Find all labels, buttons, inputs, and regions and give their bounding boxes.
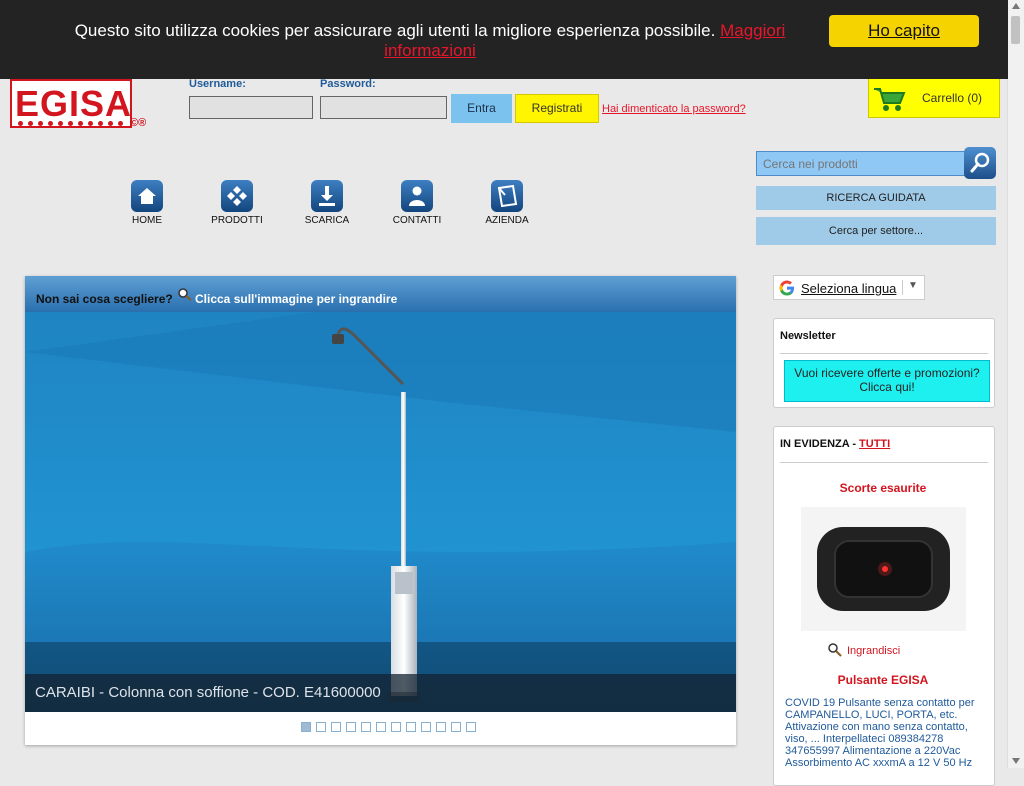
forgot-password-link[interactable]: Hai dimenticato la password? — [602, 103, 746, 115]
login-button[interactable]: Entra — [451, 94, 512, 123]
newsletter-title: Newsletter — [780, 330, 836, 342]
scroll-up-icon[interactable] — [1012, 3, 1020, 9]
search-input[interactable] — [756, 151, 966, 176]
contact-icon — [401, 180, 433, 212]
product-name[interactable]: Pulsante EGISA — [774, 673, 992, 687]
nav-company[interactable]: AZIENDA — [467, 180, 547, 226]
product-image[interactable] — [801, 507, 966, 631]
cookie-message: Questo sito utilizza cookies per assicur… — [50, 21, 810, 61]
slider-dot[interactable] — [406, 722, 416, 732]
password-label: Password: — [320, 78, 376, 90]
password-input[interactable] — [320, 96, 447, 119]
zoom-icon — [178, 288, 192, 301]
page-scrollbar[interactable] — [1007, 0, 1024, 768]
logo-trademark: ©® — [130, 117, 147, 129]
company-icon — [491, 180, 523, 212]
zoom-link[interactable]: Ingrandisci — [828, 643, 901, 657]
scroll-down-icon[interactable] — [1012, 758, 1020, 764]
slide-caption: CARAIBI - Colonna con soffione - COD. E4… — [35, 684, 381, 701]
divider — [780, 462, 988, 463]
nav-label: PRODOTTI — [211, 215, 263, 226]
slide-image[interactable] — [25, 312, 736, 712]
username-input[interactable] — [189, 96, 313, 119]
google-icon — [779, 280, 794, 296]
nav-label: CONTATTI — [392, 215, 442, 226]
zoom-label: Ingrandisci — [847, 645, 901, 657]
slider-dot[interactable] — [376, 722, 386, 732]
slider-dot[interactable] — [301, 722, 311, 732]
divider — [780, 353, 988, 354]
slider-dot[interactable] — [361, 722, 371, 732]
product-description: COVID 19 Pulsante senza contatto per CAM… — [785, 697, 975, 769]
guided-search-button[interactable]: RICERCA GUIDATA — [756, 186, 996, 210]
language-label: Seleziona lingua — [801, 281, 897, 296]
chevron-down-icon: ▼ — [908, 280, 918, 291]
nav-label: SCARICA — [304, 215, 350, 226]
nav-home[interactable]: HOME — [107, 180, 187, 226]
cookie-text: Questo sito utilizza cookies per assicur… — [74, 21, 716, 40]
products-icon — [221, 180, 253, 212]
download-icon — [311, 180, 343, 212]
slider-dot[interactable] — [436, 722, 446, 732]
slider-dot[interactable] — [391, 722, 401, 732]
username-label: Username: — [189, 78, 246, 90]
cookie-bar: Questo sito utilizza cookies per assicur… — [0, 0, 1008, 79]
slider-pagination[interactable] — [301, 722, 476, 732]
search-button[interactable] — [964, 147, 996, 179]
sector-search-button[interactable]: Cerca per settore... — [756, 217, 996, 245]
stock-status: Scorte esaurite — [839, 481, 927, 495]
product-slider[interactable]: Non sai cosa scegliere? Clicca sull'imma… — [25, 276, 736, 745]
slider-dot[interactable] — [346, 722, 356, 732]
nav-label: HOME — [132, 215, 162, 226]
slide-caption-bar: CARAIBI - Colonna con soffione - COD. E4… — [25, 674, 736, 712]
nav-download[interactable]: SCARICA — [287, 180, 367, 226]
cart-button[interactable]: Carrello (0) — [868, 78, 1000, 118]
slider-dot[interactable] — [466, 722, 476, 732]
site-logo[interactable]: EGISA ©® — [10, 79, 160, 133]
cart-icon — [874, 88, 906, 111]
nav-label: AZIENDA — [485, 215, 529, 226]
slider-dot[interactable] — [331, 722, 341, 732]
cookie-accept-button[interactable]: Ho capito — [829, 15, 979, 47]
slider-header: Non sai cosa scegliere? Clicca sull'imma… — [25, 276, 736, 312]
newsletter-signup-button[interactable]: Vuoi ricevere offerte e promozioni? Clic… — [784, 360, 990, 402]
search-icon — [970, 152, 990, 173]
cart-label: Carrello (0) — [922, 91, 983, 105]
featured-panel: IN EVIDENZA - TUTTI Scorte esaurite Ingr… — [773, 426, 995, 786]
language-selector[interactable]: Seleziona lingua ▼ — [773, 275, 925, 300]
featured-title-text: IN EVIDENZA - — [780, 438, 860, 450]
divider — [902, 280, 903, 295]
nav-contacts[interactable]: CONTATTI — [377, 180, 457, 226]
logo-text: EGISA — [15, 83, 133, 124]
slider-title: Non sai cosa scegliere? — [36, 292, 173, 306]
featured-title: IN EVIDENZA - TUTTI — [780, 438, 890, 450]
slider-dot[interactable] — [421, 722, 431, 732]
register-button[interactable]: Registrati — [515, 94, 599, 123]
slider-hint: Clicca sull'immagine per ingrandire — [195, 292, 398, 306]
logo-dots — [18, 121, 123, 126]
scroll-thumb[interactable] — [1011, 16, 1020, 44]
featured-all-link[interactable]: TUTTI — [859, 438, 890, 450]
slider-dot[interactable] — [451, 722, 461, 732]
home-icon — [131, 180, 163, 212]
newsletter-panel: Newsletter Vuoi ricevere offerte e promo… — [773, 318, 995, 408]
zoom-icon — [828, 643, 842, 657]
slider-dot[interactable] — [316, 722, 326, 732]
nav-products[interactable]: PRODOTTI — [197, 180, 277, 226]
